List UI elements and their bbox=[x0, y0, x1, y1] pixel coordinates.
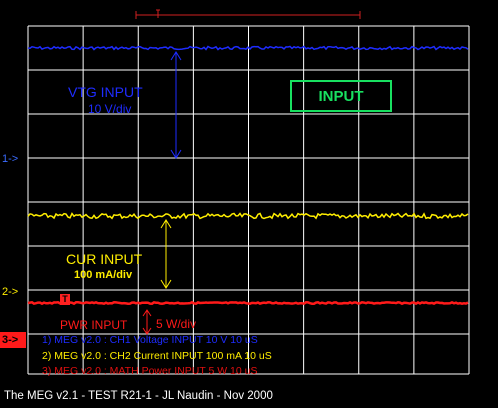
pwr-input-label: PWR INPUT bbox=[60, 318, 128, 332]
ch2-legend-line: 2) MEG v2.0 : CH2 Current INPUT 100 mA 1… bbox=[42, 350, 272, 362]
ch3-power-trace bbox=[27, 300, 469, 306]
vtg-input-label: VTG INPUT bbox=[68, 84, 143, 100]
ch1-level-marker: 1-> bbox=[2, 153, 19, 165]
vtg-amplitude-arrow bbox=[170, 51, 182, 159]
input-title-box: INPUT bbox=[290, 80, 392, 112]
ch3-legend-line: 3) MEG v2.0 : MATH Power INPUT 5 W 10 uS bbox=[42, 365, 258, 377]
cur-input-label: CUR INPUT bbox=[66, 251, 143, 267]
ch3-level-marker: 3-> bbox=[0, 332, 26, 348]
pwr-amplitude-arrow bbox=[142, 309, 152, 335]
footer-caption: The MEG v2.1 - TEST R21-1 - JL Naudin - … bbox=[4, 390, 273, 402]
vtg-scale-label: 10 V/div bbox=[88, 102, 132, 116]
trigger-marker: T bbox=[60, 294, 70, 305]
ch1-legend-line: 1) MEG v2.0 : CH1 Voltage INPUT 10 V 10 … bbox=[42, 334, 258, 346]
pwr-scale-label: 5 W/div bbox=[156, 317, 197, 331]
cur-amplitude-arrow bbox=[160, 219, 172, 289]
cur-scale-label: 100 mA/div bbox=[74, 269, 133, 281]
oscilloscope-display bbox=[27, 9, 470, 375]
ch2-level-marker: 2-> bbox=[2, 286, 19, 298]
input-title-label: INPUT bbox=[318, 87, 364, 105]
trigger-position-indicator bbox=[135, 9, 361, 19]
